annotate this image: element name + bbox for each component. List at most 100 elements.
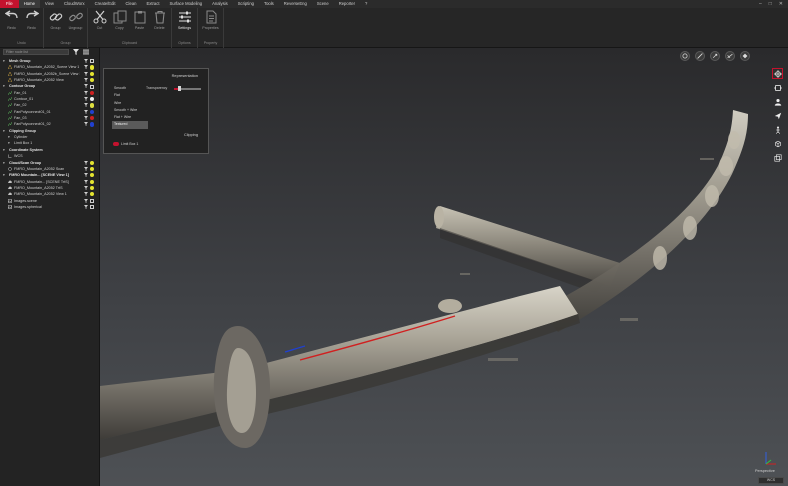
menu-item-cloudworx[interactable]: CloudWorx xyxy=(59,0,90,8)
layers-icon[interactable] xyxy=(772,152,783,163)
visibility-filter-icon[interactable] xyxy=(84,65,88,70)
visibility-filter-icon[interactable] xyxy=(84,185,88,190)
visibility-filter-icon[interactable] xyxy=(84,109,88,114)
paste-icon xyxy=(134,11,145,24)
ribbon-group-options: Settings Options xyxy=(172,8,198,48)
representation-option[interactable]: Wire xyxy=(112,100,148,107)
filter-icon[interactable] xyxy=(72,49,79,56)
measure-icon[interactable] xyxy=(695,51,705,61)
cube-view-icon[interactable] xyxy=(772,138,783,149)
undo-icon xyxy=(4,10,18,19)
visibility-filter-icon[interactable] xyxy=(84,84,88,89)
visibility-filter-icon[interactable] xyxy=(84,90,88,95)
menu-item-home[interactable]: Home xyxy=(18,0,40,8)
fit-view-icon[interactable] xyxy=(772,82,783,93)
orbit-icon[interactable] xyxy=(772,68,783,79)
color-dot-icon[interactable] xyxy=(90,90,95,95)
representation-option[interactable]: Flat xyxy=(112,92,148,99)
color-dot-icon[interactable] xyxy=(90,65,95,70)
color-dot-icon[interactable] xyxy=(90,185,95,191)
color-dot-icon[interactable] xyxy=(90,173,95,178)
visibility-filter-icon[interactable] xyxy=(84,198,88,203)
color-dot-icon[interactable] xyxy=(90,122,95,127)
pick-icon[interactable] xyxy=(710,51,720,61)
menu-item-[interactable]: ? xyxy=(360,0,372,8)
delete-button[interactable]: Delete xyxy=(150,10,169,30)
cut-button[interactable]: Cut xyxy=(90,10,109,30)
copy-button[interactable]: Copy xyxy=(110,10,129,30)
status-coordinate-system[interactable]: WCS xyxy=(758,477,784,484)
representation-option[interactable]: Textured xyxy=(112,121,148,129)
settings-button[interactable]: Settings xyxy=(174,10,195,30)
color-dot-icon[interactable] xyxy=(90,97,95,102)
visibility-filter-icon[interactable] xyxy=(84,103,88,108)
color-dot-icon[interactable] xyxy=(90,71,95,76)
menu-item-surface-modeling[interactable]: Surface Modeling xyxy=(165,0,208,8)
menu-item-clean[interactable]: Clean xyxy=(121,0,142,8)
menu-item-file[interactable]: File xyxy=(0,0,19,8)
visibility-checkbox[interactable] xyxy=(90,84,94,89)
visibility-filter-icon[interactable] xyxy=(84,116,88,121)
representation-option[interactable]: Flat + Wire xyxy=(112,114,148,121)
clipping-item[interactable]: Limit Box 1 xyxy=(113,141,138,146)
section-icon[interactable] xyxy=(725,51,735,61)
visibility-checkbox[interactable] xyxy=(90,198,94,203)
visibility-filter-icon[interactable] xyxy=(84,173,88,178)
walk-icon[interactable] xyxy=(772,124,783,135)
visibility-checkbox[interactable] xyxy=(90,59,94,64)
visibility-filter-icon[interactable] xyxy=(84,71,88,76)
color-dot-icon[interactable] xyxy=(90,179,95,184)
user-view-icon[interactable] xyxy=(772,96,783,107)
ungroup-button[interactable]: Ungroup xyxy=(66,10,85,30)
color-dot-icon[interactable] xyxy=(90,78,95,83)
menu-item-scripting[interactable]: Scripting xyxy=(233,0,259,8)
color-dot-icon[interactable] xyxy=(90,109,95,114)
menu-item-scene[interactable]: Scene xyxy=(312,0,334,8)
visibility-filter-icon[interactable] xyxy=(84,59,88,63)
color-dot-icon[interactable] xyxy=(90,160,95,165)
annotation-icon[interactable] xyxy=(740,51,750,61)
line-icon xyxy=(7,90,13,95)
visibility-filter-icon[interactable] xyxy=(84,160,88,165)
menu-item-extract[interactable]: Extract xyxy=(141,0,164,8)
visibility-filter-icon[interactable] xyxy=(84,166,88,171)
properties-button[interactable]: Properties xyxy=(200,10,221,30)
scan-icon xyxy=(8,167,12,171)
visibility-filter-icon[interactable] xyxy=(84,179,88,184)
redo-button[interactable]: Redo xyxy=(22,10,41,30)
render-mode-icon[interactable] xyxy=(680,51,690,61)
color-dot-icon[interactable] xyxy=(90,192,95,197)
menu-item-reverseeng[interactable]: ReverseEng xyxy=(279,0,312,8)
group-button[interactable]: Group xyxy=(46,10,65,30)
representation-option[interactable]: Smooth + Wire xyxy=(112,107,148,114)
paste-button[interactable]: Paste xyxy=(130,10,149,30)
visibility-filter-icon[interactable] xyxy=(84,122,88,127)
close-icon[interactable]: ✕ xyxy=(779,1,783,7)
clipping-toggle-icon[interactable] xyxy=(113,141,119,146)
fly-icon[interactable] xyxy=(772,110,783,121)
minimize-icon[interactable]: – xyxy=(759,1,762,7)
transparency-slider[interactable] xyxy=(174,86,201,91)
transparency-slider-handle[interactable] xyxy=(177,86,181,91)
color-dot-icon[interactable] xyxy=(90,116,95,121)
color-dot-icon[interactable] xyxy=(90,166,95,172)
menu-item-view[interactable]: View xyxy=(40,0,59,8)
color-dot-icon[interactable] xyxy=(90,103,95,108)
visibility-filter-icon[interactable] xyxy=(84,78,88,83)
visibility-checkbox[interactable] xyxy=(90,205,94,210)
tree-item[interactable]: Images.spherical xyxy=(0,204,100,210)
representation-option[interactable]: Smooth xyxy=(112,85,148,92)
visibility-filter-icon[interactable] xyxy=(84,192,88,197)
redo-button[interactable]: Redo xyxy=(2,10,21,30)
3d-viewport[interactable]: Representation Smooth Flat Wire Smooth + Wi… xyxy=(100,48,788,486)
search-input[interactable] xyxy=(3,49,69,55)
ribbon-group-label: Undo xyxy=(17,41,26,45)
menu-icon[interactable] xyxy=(82,49,89,56)
menu-item-analysis[interactable]: Analysis xyxy=(207,0,233,8)
visibility-filter-icon[interactable] xyxy=(84,204,88,209)
maximize-icon[interactable]: □ xyxy=(769,1,772,7)
visibility-filter-icon[interactable] xyxy=(84,97,88,102)
menu-item-tools[interactable]: Tools xyxy=(259,0,279,8)
menu-item-reporter[interactable]: Reporter xyxy=(334,0,360,8)
menu-item-create-edit[interactable]: Create/Edit xyxy=(90,0,121,8)
